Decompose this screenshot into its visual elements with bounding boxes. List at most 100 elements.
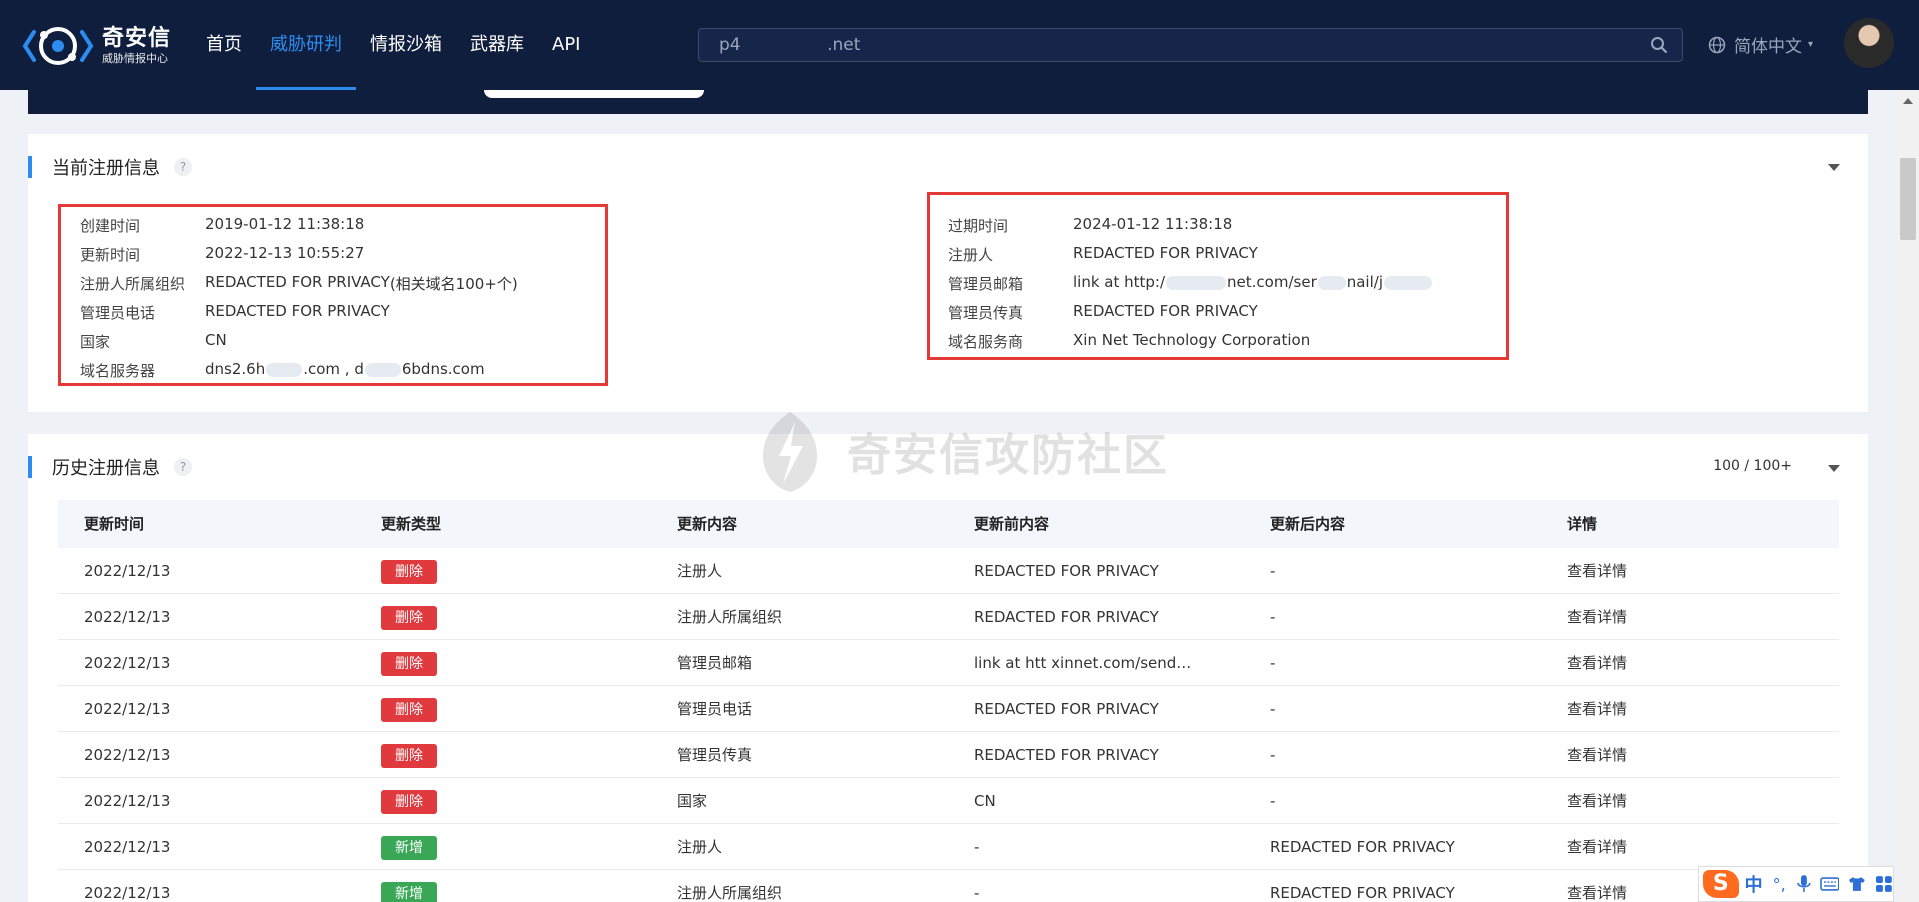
cell-time: 2022/12/13 — [84, 700, 171, 718]
cell-field: 注册人 — [677, 838, 723, 856]
collapse-caret-icon[interactable] — [1828, 465, 1840, 472]
ns-part: 6bdns.com — [401, 360, 485, 378]
cell-after: - — [1270, 792, 1276, 810]
info-key: 注册人所属组织 — [80, 275, 186, 293]
info-admin-email: 管理员邮箱 link at http:/ net.com/ser nail/j — [948, 273, 1433, 294]
keyboard-icon[interactable] — [1819, 876, 1840, 892]
table-row: 2022/12/13 新增 注册人 - REDACTED FOR PRIVACY 查看详情 — [58, 824, 1839, 870]
info-updated-time: 更新时间 2022-12-13 10:55:27 — [80, 244, 364, 265]
view-detail-link[interactable]: 查看详情 — [1567, 778, 1627, 824]
table-row: 2022/12/13 新增 注册人所属组织 - REDACTED FOR PRIVACY… — [58, 870, 1839, 902]
header-extension-strip — [28, 90, 1868, 114]
skin-shirt-icon[interactable] — [1847, 875, 1867, 893]
nav-threat-analysis[interactable]: 威胁研判 — [256, 0, 356, 90]
table-row: 2022/12/13 删除 管理员邮箱 link at htt xinnet.com/… — [58, 640, 1839, 686]
info-value: Xin Net Technology Corporation — [1073, 331, 1311, 349]
sogou-logo-icon[interactable]: S — [1703, 870, 1739, 898]
cell-before: link at htt xinnet.com/send… — [974, 654, 1192, 672]
cell-type: 删除 — [381, 732, 437, 778]
collapse-caret-icon[interactable] — [1828, 164, 1840, 171]
cell-type: 删除 — [381, 778, 437, 824]
view-detail-link[interactable]: 查看详情 — [1567, 870, 1627, 902]
email-part: link at http:/ — [1073, 273, 1166, 291]
redaction-blur — [266, 362, 303, 377]
cell-after[interactable]: REDACTED FOR PRIVACY — [1270, 870, 1455, 902]
cell-field: 注册人 — [677, 562, 723, 580]
search-input[interactable] — [699, 29, 1629, 61]
language-selector[interactable]: 简体中文 ▾ — [1708, 32, 1813, 57]
view-detail-link[interactable]: 查看详情 — [1567, 686, 1627, 732]
cell-time: 2022/12/13 — [84, 884, 171, 902]
update-type-tag: 新增 — [381, 881, 437, 902]
table-row: 2022/12/13 删除 管理员传真 REDACTED FOR PRIVACY - 查看… — [58, 732, 1839, 778]
current-registration-title: 当前注册信息 ? — [28, 156, 192, 179]
info-registrar: 域名服务商 Xin Net Technology Corporation — [948, 331, 1310, 352]
info-value: 2024-01-12 11:38:18 — [1073, 215, 1233, 233]
cell-type: 新增 — [381, 870, 437, 902]
name-server-link[interactable]: dns2.6h .com , d 6bdns.com — [205, 360, 485, 381]
cell-after[interactable]: REDACTED FOR PRIVACY — [1270, 824, 1455, 870]
cell-time: 2022/12/13 — [84, 608, 171, 626]
history-registration-title: 历史注册信息 ? — [28, 456, 192, 479]
view-detail-link[interactable]: 查看详情 — [1567, 732, 1627, 778]
related-domains-count: (相关域名100+个) — [389, 275, 518, 293]
cell-time: 2022/12/13 — [84, 792, 171, 810]
info-value: CN — [205, 331, 227, 349]
cell-type: 删除 — [381, 594, 437, 640]
microphone-icon[interactable] — [1796, 874, 1812, 894]
registrant-link[interactable]: REDACTED FOR PRIVACY — [1073, 244, 1258, 265]
table-row: 2022/12/13 删除 管理员电话 REDACTED FOR PRIVACY - 查看… — [58, 686, 1839, 732]
update-type-tag: 新增 — [381, 835, 437, 860]
cell-before: CN — [974, 792, 996, 810]
cell-type: 删除 — [381, 640, 437, 686]
search-box — [698, 28, 1683, 62]
history-registration-card: 历史注册信息 ? 100 / 100+ 更新时间 更新类型 更新内容 更新前内容… — [28, 434, 1868, 902]
view-detail-link[interactable]: 查看详情 — [1567, 824, 1627, 870]
nav-api[interactable]: API — [538, 0, 594, 90]
chevron-down-icon: ▾ — [1808, 39, 1814, 50]
email-part: net.com/ser — [1227, 273, 1317, 291]
section-accent-bar — [28, 156, 32, 178]
info-value: 2022-12-13 10:55:27 — [205, 244, 365, 262]
cell-before[interactable]: REDACTED FOR PRIVACY — [974, 594, 1159, 640]
toolbox-grid-icon[interactable] — [1875, 875, 1893, 893]
cell-before[interactable]: REDACTED FOR PRIVACY — [974, 548, 1159, 594]
help-icon[interactable]: ? — [174, 458, 192, 476]
cell-field: 管理员传真 — [677, 746, 753, 764]
search-icon[interactable] — [1650, 36, 1668, 54]
globe-icon — [1708, 36, 1726, 53]
main-nav: 首页 威胁研判 情报沙箱 武器库 API — [192, 0, 594, 90]
update-type-tag: 删除 — [381, 743, 437, 768]
cell-after: - — [1270, 700, 1276, 718]
registrant-org-link[interactable]: REDACTED FOR PRIVACY — [205, 273, 390, 294]
info-registrant: 注册人 REDACTED FOR PRIVACY — [948, 244, 1258, 265]
cell-before: REDACTED FOR PRIVACY — [974, 700, 1159, 718]
nav-arsenal[interactable]: 武器库 — [456, 0, 538, 90]
cell-after: - — [1270, 746, 1276, 764]
view-detail-link[interactable]: 查看详情 — [1567, 548, 1627, 594]
email-part: nail/j — [1346, 273, 1383, 291]
update-type-tag: 删除 — [381, 789, 437, 814]
redaction-blur — [1317, 275, 1346, 290]
nav-home[interactable]: 首页 — [192, 0, 256, 90]
help-icon[interactable]: ? — [174, 158, 192, 176]
ime-chinese-mode[interactable]: 中 — [1745, 871, 1763, 897]
cell-field: 管理员邮箱 — [677, 654, 753, 672]
history-table-header: 更新时间 更新类型 更新内容 更新前内容 更新后内容 详情 — [58, 500, 1839, 548]
admin-email-value: link at http:/ net.com/ser nail/j — [1073, 273, 1433, 294]
nav-sandbox[interactable]: 情报沙箱 — [356, 0, 456, 90]
scroll-up-arrow-icon[interactable] — [1903, 98, 1913, 104]
scrollbar-thumb[interactable] — [1900, 158, 1916, 240]
cell-field: 注册人所属组织 — [677, 884, 783, 902]
view-detail-link[interactable]: 查看详情 — [1567, 640, 1627, 686]
ime-punctuation[interactable]: °, — [1773, 875, 1786, 894]
cell-after: - — [1270, 654, 1276, 672]
info-admin-fax: 管理员传真 REDACTED FOR PRIVACY — [948, 302, 1258, 323]
user-avatar[interactable] — [1844, 18, 1894, 68]
site-logo[interactable]: 奇安信 威胁情报中心 — [22, 18, 171, 74]
section-title-text: 历史注册信息 — [52, 458, 160, 479]
page-scrollbar[interactable] — [1897, 90, 1919, 902]
view-detail-link[interactable]: 查看详情 — [1567, 594, 1627, 640]
cell-time: 2022/12/13 — [84, 654, 171, 672]
top-navigation-bar: 奇安信 威胁情报中心 首页 威胁研判 情报沙箱 武器库 API 简体中文 ▾ — [0, 0, 1919, 90]
